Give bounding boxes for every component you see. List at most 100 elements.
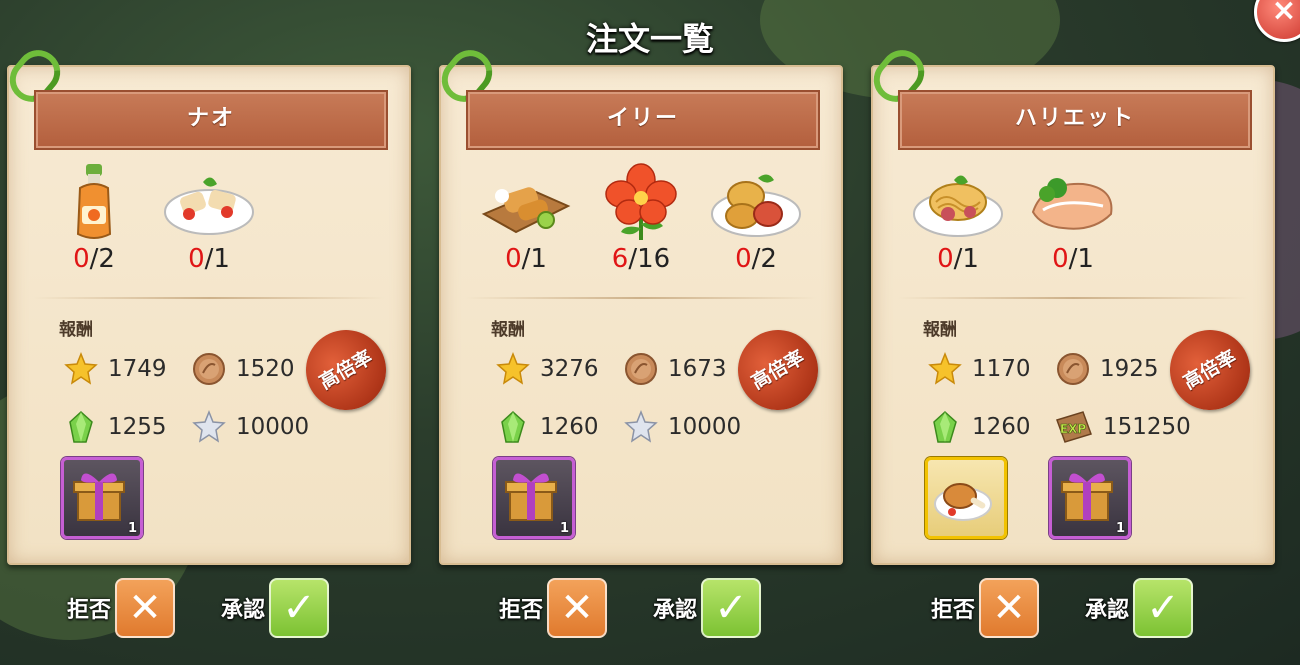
item-need-count: /1 xyxy=(204,244,230,274)
silver-star-icon xyxy=(192,409,226,444)
spring-rolls-plate-icon xyxy=(159,162,259,242)
reject-label: 拒否 xyxy=(499,598,544,623)
reward-gift-slot[interactable]: 1 xyxy=(61,457,143,539)
reject-label: 拒否 xyxy=(67,598,112,623)
reward-value: 1520 xyxy=(236,356,295,382)
item-have-count: 0 xyxy=(735,244,752,274)
reward-item-slot[interactable] xyxy=(925,457,1007,539)
gift-box-icon xyxy=(73,473,125,521)
close-icon: × xyxy=(1271,0,1297,28)
reward-value: 1925 xyxy=(1100,356,1159,382)
fried-fish-board-icon xyxy=(476,162,576,242)
reject-button[interactable]: 拒否 ✕ xyxy=(67,578,176,638)
accept-button[interactable]: 承認 ✓ xyxy=(221,578,330,638)
x-icon: ✕ xyxy=(115,578,176,638)
order-item[interactable]: 0/2 xyxy=(44,162,144,274)
reward-gift-slot[interactable]: 1 xyxy=(493,457,575,539)
order-card: ナオ 0/2 0/1 報酬 1749 1520 1255 10000 高倍率 1 xyxy=(0,41,411,565)
reward-value: 1255 xyxy=(108,414,167,440)
reward-coins: 1520 xyxy=(192,352,295,386)
order-item[interactable]: 6/16 xyxy=(591,162,691,274)
reward-value: 1260 xyxy=(972,414,1031,440)
order-item[interactable]: 0/2 xyxy=(706,162,806,274)
reward-value: 1673 xyxy=(668,356,727,382)
customer-name: ハリエット xyxy=(900,92,1250,148)
item-have-count: 6 xyxy=(611,244,629,274)
reward-coins: 1925 xyxy=(1056,352,1159,386)
check-icon: ✓ xyxy=(1133,578,1194,638)
high-rate-seal: 高倍率 xyxy=(1155,315,1265,425)
roast-chicken-icon xyxy=(934,483,992,521)
item-need-count: /16 xyxy=(628,244,671,274)
gem-icon xyxy=(928,410,962,444)
croquette-plate-icon xyxy=(706,162,806,242)
screen-title: 注文一覧 xyxy=(585,20,714,58)
reward-silver-stars: 10000 xyxy=(624,409,742,444)
exp-icon: EXP xyxy=(1053,410,1093,444)
item-need-count: /1 xyxy=(521,244,547,274)
reward-value: 1170 xyxy=(972,356,1031,382)
coin-icon xyxy=(1056,352,1090,386)
item-have-count: 0 xyxy=(505,244,522,274)
reward-stars: 1749 xyxy=(64,351,167,386)
order-card: イリー 0/1 6/16 0/2 報酬 3276 1673 1260 10000… xyxy=(432,41,843,565)
reward-label: 報酬 xyxy=(59,320,93,340)
coin-icon xyxy=(192,352,226,386)
accept-label: 承認 xyxy=(221,598,266,623)
coin-icon xyxy=(624,352,658,386)
reward-silver-stars: 10000 xyxy=(192,409,310,444)
reject-label: 拒否 xyxy=(931,598,976,623)
salmon-steak-icon xyxy=(1023,162,1123,242)
star-icon xyxy=(928,351,962,386)
accept-button[interactable]: 承認 ✓ xyxy=(653,578,762,638)
item-have-count: 0 xyxy=(1052,244,1069,274)
gem-icon xyxy=(64,410,98,444)
star-icon xyxy=(64,351,98,386)
reward-exp: EXP 151250 xyxy=(1053,410,1191,444)
gift-count: 1 xyxy=(1115,521,1125,536)
item-need-count: /1 xyxy=(953,244,979,274)
pasta-plate-icon xyxy=(908,162,1008,242)
reward-value: 1260 xyxy=(540,414,599,440)
reward-value: 10000 xyxy=(236,414,310,440)
customer-name: ナオ xyxy=(36,92,386,148)
item-need-count: /2 xyxy=(89,244,115,274)
reward-gems: 1260 xyxy=(496,410,599,444)
reject-button[interactable]: 拒否 ✕ xyxy=(931,578,1040,638)
gift-count: 1 xyxy=(559,521,569,536)
order-item[interactable]: 0/1 xyxy=(1023,162,1123,274)
high-rate-seal: 高倍率 xyxy=(291,315,401,425)
juice-bottle-icon xyxy=(44,162,144,242)
reward-stars: 1170 xyxy=(928,351,1031,386)
reward-coins: 1673 xyxy=(624,352,727,386)
item-need-count: /1 xyxy=(1068,244,1094,274)
divider xyxy=(465,297,817,299)
reward-value: 1749 xyxy=(108,356,167,382)
accept-button[interactable]: 承認 ✓ xyxy=(1085,578,1194,638)
exp-label: EXP xyxy=(1060,422,1086,436)
check-icon: ✓ xyxy=(269,578,330,638)
order-item[interactable]: 0/1 xyxy=(159,162,259,274)
reward-label: 報酬 xyxy=(923,320,957,340)
reward-value: 10000 xyxy=(668,414,742,440)
item-have-count: 0 xyxy=(188,244,205,274)
order-item[interactable]: 0/1 xyxy=(908,162,1008,274)
divider xyxy=(897,297,1249,299)
order-item[interactable]: 0/1 xyxy=(476,162,576,274)
reward-gift-slot[interactable]: 1 xyxy=(1049,457,1131,539)
accept-label: 承認 xyxy=(653,598,698,623)
reject-button[interactable]: 拒否 ✕ xyxy=(499,578,608,638)
item-need-count: /2 xyxy=(751,244,777,274)
reward-value: 3276 xyxy=(540,356,599,382)
gift-box-icon xyxy=(505,473,557,521)
reward-value: 151250 xyxy=(1103,414,1191,440)
high-rate-seal: 高倍率 xyxy=(723,315,833,425)
gift-box-icon xyxy=(1061,473,1113,521)
order-card: ハリエット 0/1 0/1 報酬 1170 1925 1260 EXP 1512… xyxy=(864,41,1275,565)
hibiscus-flower-icon xyxy=(591,162,691,242)
x-icon: ✕ xyxy=(547,578,608,638)
reward-label: 報酬 xyxy=(491,320,525,340)
star-icon xyxy=(496,351,530,386)
accept-label: 承認 xyxy=(1085,598,1130,623)
check-icon: ✓ xyxy=(701,578,762,638)
